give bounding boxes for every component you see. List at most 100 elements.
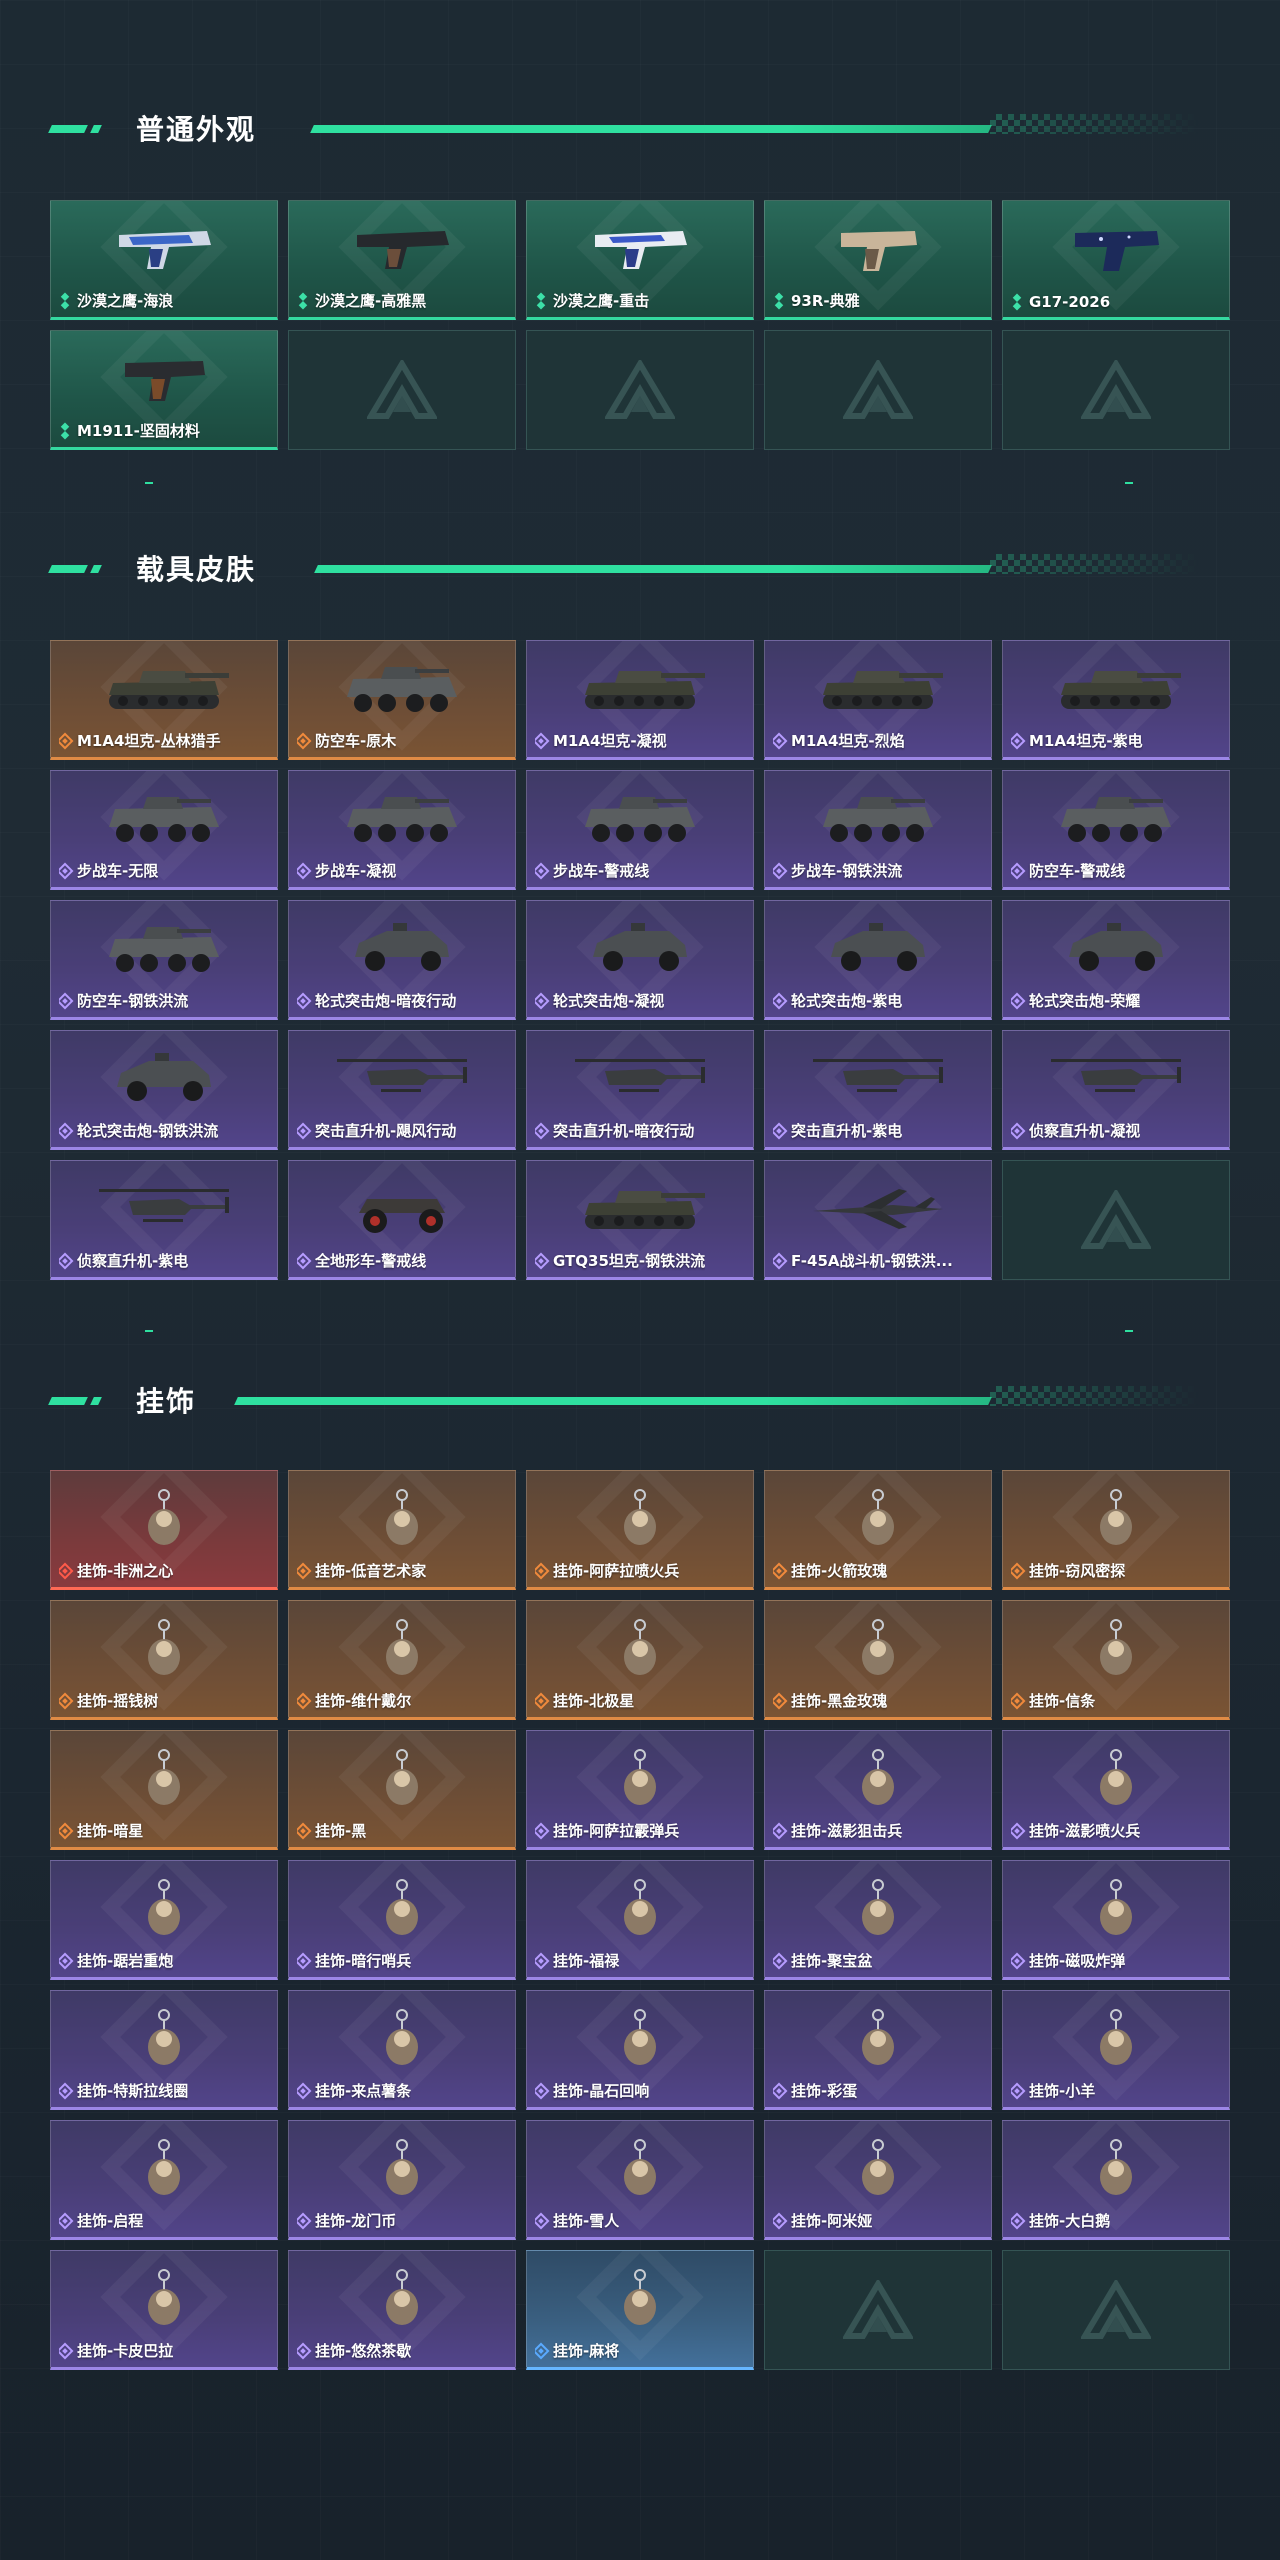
item-name: M1911-坚固材料 bbox=[77, 422, 200, 440]
item-label: 挂饰-阿米娅 bbox=[773, 2210, 872, 2231]
item-card[interactable]: 侦察直升机-紫电 bbox=[50, 1160, 278, 1280]
item-card[interactable]: 挂饰-卡皮巴拉 bbox=[50, 2250, 278, 2370]
item-card[interactable]: 挂饰-小羊 bbox=[1002, 1990, 1230, 2110]
rarity-diamond-icon bbox=[535, 1122, 550, 1139]
item-card[interactable]: 挂饰-大白鹅 bbox=[1002, 2120, 1230, 2240]
rarity-diamond-icon bbox=[297, 1952, 312, 1969]
item-card[interactable]: 挂饰-悠然茶歇 bbox=[288, 2250, 516, 2370]
item-card[interactable]: 挂饰-火箭玫瑰 bbox=[764, 1470, 992, 1590]
rarity-diamond-icon bbox=[297, 2342, 312, 2359]
rarity-diamond-icon bbox=[297, 2082, 312, 2099]
rarity-diamond-icon bbox=[1011, 862, 1026, 879]
item-card[interactable]: 挂饰-暗行哨兵 bbox=[288, 1860, 516, 1980]
item-card[interactable]: 全地形车-警戒线 bbox=[288, 1160, 516, 1280]
item-card[interactable]: M1A4坦克-紫电 bbox=[1002, 640, 1230, 760]
item-label: 挂饰-麻将 bbox=[535, 2340, 619, 2361]
item-grid: 沙漠之鹰-海浪 沙漠之鹰-高雅黑 沙漠之鹰-重击 93R-典雅 G17-2026 M191… bbox=[50, 200, 1230, 450]
item-card[interactable]: 轮式突击炮-钢铁洪流 bbox=[50, 1030, 278, 1150]
pistol-dark-icon bbox=[327, 217, 477, 281]
item-card[interactable]: 挂饰-阿米娅 bbox=[764, 2120, 992, 2240]
item-card[interactable]: 挂饰-北极星 bbox=[526, 1600, 754, 1720]
item-card[interactable]: M1911-坚固材料 bbox=[50, 330, 278, 450]
item-card[interactable]: 挂饰-阿萨拉喷火兵 bbox=[526, 1470, 754, 1590]
item-name: 突击直升机-紫电 bbox=[791, 1122, 903, 1140]
item-card[interactable]: 突击直升机-暗夜行动 bbox=[526, 1030, 754, 1150]
item-card[interactable]: G17-2026 bbox=[1002, 200, 1230, 320]
item-card[interactable]: 步战车-凝视 bbox=[288, 770, 516, 890]
item-card[interactable]: 挂饰-窃风密探 bbox=[1002, 1470, 1230, 1590]
item-card[interactable]: 沙漠之鹰-海浪 bbox=[50, 200, 278, 320]
item-label: 突击直升机-紫电 bbox=[773, 1120, 902, 1141]
charm-icon bbox=[803, 2137, 953, 2201]
item-card[interactable]: 挂饰-维什戴尔 bbox=[288, 1600, 516, 1720]
item-card[interactable]: 挂饰-摇钱树 bbox=[50, 1600, 278, 1720]
item-card[interactable]: 93R-典雅 bbox=[764, 200, 992, 320]
item-card[interactable]: 侦察直升机-凝视 bbox=[1002, 1030, 1230, 1150]
rarity-diamond-icon bbox=[59, 1562, 74, 1579]
item-card[interactable]: 挂饰-来点薯条 bbox=[288, 1990, 516, 2110]
item-card[interactable]: 突击直升机-紫电 bbox=[764, 1030, 992, 1150]
item-card[interactable]: 挂饰-福禄 bbox=[526, 1860, 754, 1980]
rarity-diamond-icon bbox=[773, 292, 787, 309]
item-card[interactable]: F-45A战斗机-钢铁洪... bbox=[764, 1160, 992, 1280]
item-name: M1A4坦克-紫电 bbox=[1029, 732, 1143, 750]
item-card[interactable]: 步战车-钢铁洪流 bbox=[764, 770, 992, 890]
item-card[interactable]: 轮式突击炮-暗夜行动 bbox=[288, 900, 516, 1020]
item-card[interactable]: GTQ35坦克-钢铁洪流 bbox=[526, 1160, 754, 1280]
header-accent bbox=[90, 125, 102, 133]
item-card[interactable]: 挂饰-雪人 bbox=[526, 2120, 754, 2240]
item-card[interactable]: 挂饰-特斯拉线圈 bbox=[50, 1990, 278, 2110]
item-label: M1A4坦克-凝视 bbox=[535, 730, 667, 751]
item-card[interactable]: 挂饰-踞岩重炮 bbox=[50, 1860, 278, 1980]
item-card[interactable]: 挂饰-滋影狙击兵 bbox=[764, 1730, 992, 1850]
charm-icon bbox=[1041, 1877, 1191, 1941]
charm-icon bbox=[1041, 2007, 1191, 2071]
item-card[interactable]: 挂饰-龙门币 bbox=[288, 2120, 516, 2240]
item-card[interactable]: 防空车-警戒线 bbox=[1002, 770, 1230, 890]
item-label: 挂饰-非洲之心 bbox=[59, 1560, 173, 1581]
item-card[interactable]: 防空车-钢铁洪流 bbox=[50, 900, 278, 1020]
item-name: 挂饰-阿米娅 bbox=[791, 2212, 873, 2230]
item-card[interactable]: 步战车-无限 bbox=[50, 770, 278, 890]
item-card[interactable]: 步战车-警戒线 bbox=[526, 770, 754, 890]
item-card[interactable]: 沙漠之鹰-高雅黑 bbox=[288, 200, 516, 320]
item-card[interactable]: M1A4坦克-丛林猎手 bbox=[50, 640, 278, 760]
item-label: 侦察直升机-紫电 bbox=[59, 1250, 188, 1271]
item-card[interactable]: 挂饰-滋影喷火兵 bbox=[1002, 1730, 1230, 1850]
item-card[interactable]: 挂饰-低音艺术家 bbox=[288, 1470, 516, 1590]
item-card[interactable]: M1A4坦克-凝视 bbox=[526, 640, 754, 760]
item-label: 挂饰-北极星 bbox=[535, 1690, 634, 1711]
decor-tick bbox=[1125, 1330, 1133, 1332]
item-card[interactable]: 挂饰-聚宝盆 bbox=[764, 1860, 992, 1980]
item-card[interactable]: 轮式突击炮-紫电 bbox=[764, 900, 992, 1020]
item-card[interactable]: 沙漠之鹰-重击 bbox=[526, 200, 754, 320]
item-card[interactable]: 挂饰-信条 bbox=[1002, 1600, 1230, 1720]
item-card[interactable]: 挂饰-黑金玫瑰 bbox=[764, 1600, 992, 1720]
item-card[interactable]: 挂饰-彩蛋 bbox=[764, 1990, 992, 2110]
item-card[interactable]: 轮式突击炮-凝视 bbox=[526, 900, 754, 1020]
item-label: 挂饰-维什戴尔 bbox=[297, 1690, 411, 1711]
item-label: 挂饰-黑 bbox=[297, 1820, 366, 1841]
rarity-diamond-icon bbox=[1011, 1692, 1026, 1709]
item-card[interactable]: 挂饰-麻将 bbox=[526, 2250, 754, 2370]
item-card[interactable]: 挂饰-启程 bbox=[50, 2120, 278, 2240]
item-label: 防空车-原木 bbox=[297, 730, 396, 751]
item-card[interactable]: 防空车-原木 bbox=[288, 640, 516, 760]
item-card[interactable]: 突击直升机-飓风行动 bbox=[288, 1030, 516, 1150]
rarity-diamond-icon bbox=[535, 1562, 550, 1579]
rarity-diamond-icon bbox=[535, 2082, 550, 2099]
item-card[interactable]: 挂饰-晶石回响 bbox=[526, 1990, 754, 2110]
item-card[interactable]: 挂饰-黑 bbox=[288, 1730, 516, 1850]
item-label: 挂饰-龙门币 bbox=[297, 2210, 396, 2231]
section-header: 挂饰 bbox=[0, 1370, 1280, 1430]
item-card[interactable]: M1A4坦克-烈焰 bbox=[764, 640, 992, 760]
item-card[interactable]: 挂饰-暗星 bbox=[50, 1730, 278, 1850]
item-card[interactable]: 挂饰-阿萨拉霰弹兵 bbox=[526, 1730, 754, 1850]
item-name: 挂饰-阿萨拉喷火兵 bbox=[553, 1562, 680, 1580]
item-card[interactable]: 挂饰-磁吸炸弹 bbox=[1002, 1860, 1230, 1980]
empty-slot bbox=[764, 330, 992, 450]
item-name: 防空车-警戒线 bbox=[1029, 862, 1126, 880]
item-card[interactable]: 轮式突击炮-荣耀 bbox=[1002, 900, 1230, 1020]
item-card[interactable]: 挂饰-非洲之心 bbox=[50, 1470, 278, 1590]
car-icon bbox=[1041, 917, 1191, 981]
